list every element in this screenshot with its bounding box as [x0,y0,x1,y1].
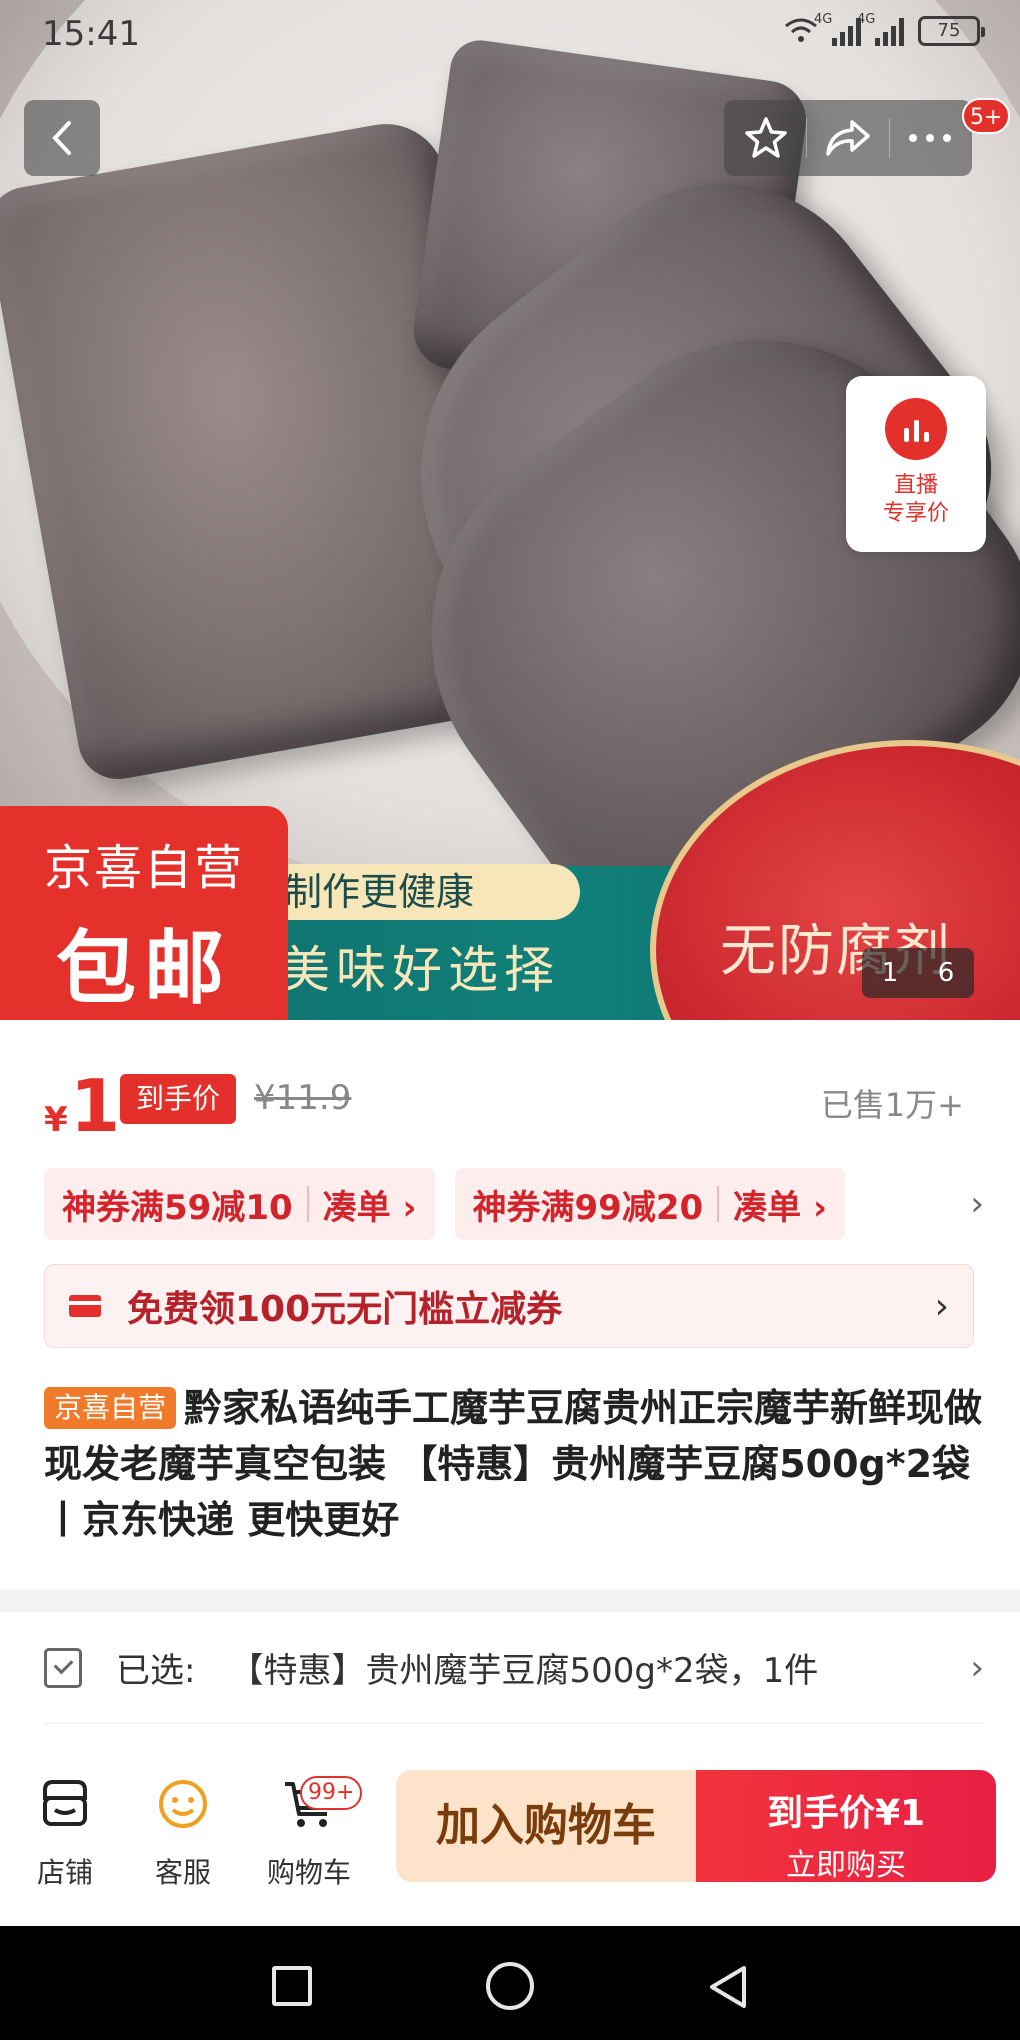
live-card-line1: 直播 [893,473,938,498]
more-icon[interactable] [907,132,953,144]
product-title-text: 黔家私语纯手工魔芋豆腐贵州正宗魔芋新鲜现做现发老魔芋真空包装 【特惠】贵州魔芋豆… [44,1386,983,1542]
price-row: ¥ 1 到手价 ¥11.9 已售1万+ [0,1020,1020,1148]
wifi-icon [785,18,817,42]
store-icon [43,1780,87,1826]
live-price-card[interactable]: 直播 专享价 [846,376,986,552]
banner-line2: 美味好选择 [280,941,560,999]
store-button[interactable]: 店铺 [10,1776,120,1891]
store-label: 店铺 [36,1856,93,1889]
status-bar: 15:41 4G 4G 75 [0,0,1020,70]
network-label: 4G [814,12,833,27]
cart-badge: 99+ [300,1776,363,1810]
cart-label: 购物车 [266,1856,351,1889]
bottom-action-bar: 店铺 客服 购物车 99+ 加入购物车 到手价¥1 立即购买 [0,1740,1020,1926]
customer-service-icon [159,1780,207,1828]
coupon-action: 凑单 › [322,1187,417,1228]
back-triangle-icon[interactable] [706,1964,750,2010]
final-price-tag: 到手价 [120,1074,236,1124]
service-label: 客服 [154,1856,211,1889]
chevron-right-icon[interactable]: › [970,1184,984,1224]
buy-button-label: 立即购买 [786,1848,906,1883]
coupon-text: 神券满59减10 [62,1187,293,1228]
product-title: 京喜自营 黔家私语纯手工魔芋豆腐贵州正宗魔芋新鲜现做现发老魔芋真空包装 【特惠】贵… [44,1380,984,1548]
counter-total: 6 [937,958,955,988]
price-amount: 1 [70,1064,121,1148]
recent-apps-icon[interactable] [272,1966,312,2006]
coupon-item[interactable]: 神券满59减10 凑单 › [44,1168,435,1240]
selected-label: 已选: [116,1651,196,1691]
coupon-item[interactable]: 神券满99减20 凑单 › [454,1168,845,1240]
system-nav-bar [0,1926,1020,2040]
home-icon[interactable] [486,1962,534,2010]
status-time: 15:41 [42,14,140,54]
coupon-row: 神券满59减10 凑单 › 神券满99减20 凑单 › › [44,1168,984,1240]
price-currency: ¥ [44,1100,68,1140]
self-operated-badge: 京喜自营 包邮 [0,806,288,1020]
buy-now-button[interactable]: 到手价¥1 立即购买 [696,1770,996,1883]
chevron-left-icon [52,121,71,155]
image-counter: 1 6 [862,948,974,998]
self-operated-tag: 京喜自营 [44,1387,177,1429]
badge-line1: 京喜自营 [43,840,244,896]
battery-icon: 75 [918,16,985,46]
counter-current: 1 [881,958,899,988]
back-button[interactable] [24,100,100,176]
top-action-group [724,100,972,176]
chevron-right-icon: › [934,1285,949,1327]
coupon-action: 凑单 › [733,1187,827,1228]
star-icon[interactable] [743,115,789,161]
network-label: 4G [857,12,876,27]
share-icon[interactable] [824,116,872,160]
signal-icon: 4G [857,12,904,46]
promo-text: 免费领100元无门槛立减券 [127,1289,563,1330]
badge-line2: 包邮 [56,922,232,1015]
live-icon [885,398,947,460]
spec-icon [44,1647,82,1688]
buy-button-price: 到手价¥1 [766,1793,926,1834]
coupon-text: 神券满99减20 [472,1187,704,1228]
divider [0,1590,1020,1612]
sold-count: 已售1万+ [820,1086,964,1124]
chevron-right-icon: › [970,1647,984,1688]
service-button[interactable]: 客服 [128,1776,238,1891]
card-icon [69,1295,101,1317]
original-price: ¥11.9 [254,1078,352,1118]
live-card-line2: 专享价 [882,501,949,526]
banner-line1: 制作更健康 [270,864,580,920]
selected-value: 【特惠】贵州魔芋豆腐500g*2袋，1件 [229,1651,819,1691]
free-coupon-banner[interactable]: 免费领100元无门槛立减券 › [44,1264,974,1348]
add-to-cart-button[interactable]: 加入购物车 [396,1770,696,1882]
message-badge: 5+ [962,98,1011,134]
selected-spec-row[interactable]: 已选: 【特惠】贵州魔芋豆腐500g*2袋，1件 › [44,1612,984,1724]
